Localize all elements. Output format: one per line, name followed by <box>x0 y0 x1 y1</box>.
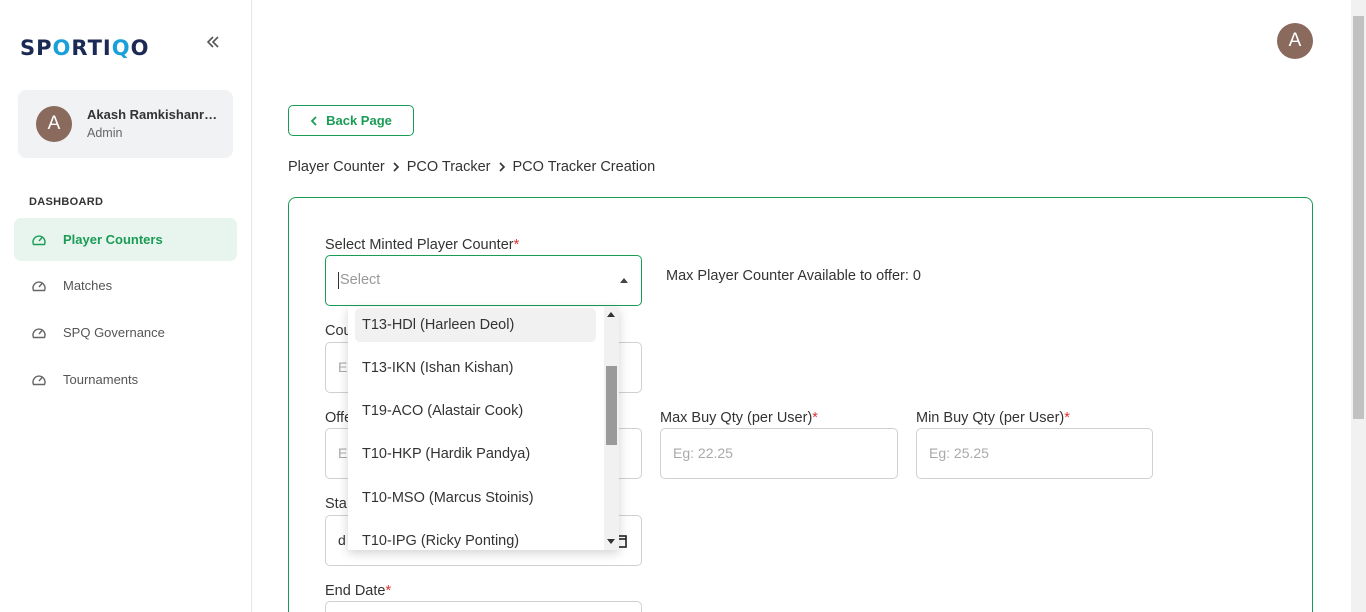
max-buy-label: Max Buy Qty (per User)* <box>660 410 818 426</box>
start-date-label: Sta <box>325 496 347 512</box>
chevron-left-icon <box>310 115 317 126</box>
sidebar-item-tournaments[interactable]: Tournaments <box>14 358 237 401</box>
sidebar-item-label: Tournaments <box>63 372 139 387</box>
max-available-text: Max Player Counter Available to offer: 0 <box>666 268 921 284</box>
dropdown-option[interactable]: T13-HDl (Harleen Deol) <box>355 308 596 342</box>
scroll-up-arrow-icon[interactable] <box>607 312 615 317</box>
gauge-icon <box>32 281 46 292</box>
page: SPORTIQO A Akash Ramkishanra... Admin DA… <box>0 0 1366 612</box>
sidebar-item-label: SPQ Governance <box>63 325 165 340</box>
chevron-right-icon <box>498 162 505 172</box>
dropdown-scrollbar[interactable] <box>604 307 619 550</box>
dropdown-option[interactable]: T10-MSO (Marcus Stoinis) <box>355 481 596 515</box>
sidebar-item-spq-governance[interactable]: SPQ Governance <box>14 311 237 354</box>
sidebar-item-matches[interactable]: Matches <box>14 264 237 307</box>
sportiqo-logo[interactable]: SPORTIQO <box>20 36 149 60</box>
avatar: A <box>36 106 72 142</box>
end-date-input[interactable] <box>325 601 642 612</box>
header-avatar[interactable]: A <box>1277 23 1313 59</box>
dropdown-option[interactable]: T10-IPG (Ricky Ponting) <box>355 524 596 550</box>
dropdown-scroll-thumb[interactable] <box>606 366 617 445</box>
player-counter-select[interactable]: Select <box>325 255 642 306</box>
breadcrumb: Player Counter PCO Tracker PCO Tracker C… <box>288 159 655 175</box>
scroll-down-arrow-icon[interactable] <box>607 539 615 544</box>
dropdown-option[interactable]: T10-HKP (Hardik Pandya) <box>355 437 596 471</box>
select-player-counter-label: Select Minted Player Counter* <box>325 237 520 253</box>
end-date-label: End Date* <box>325 583 392 599</box>
back-button[interactable]: Back Page <box>288 105 414 136</box>
gauge-icon <box>32 235 46 246</box>
caret-up-icon <box>620 278 628 283</box>
collapse-sidebar-icon[interactable] <box>205 34 225 54</box>
player-counter-dropdown[interactable]: T13-HDl (Harleen Deol) T13-IKN (Ishan Ki… <box>348 307 619 550</box>
select-placeholder: Select <box>338 272 381 289</box>
chevron-right-icon <box>393 162 399 172</box>
breadcrumb-item[interactable]: Player Counter <box>288 159 385 175</box>
gauge-icon <box>32 375 46 386</box>
gauge-icon <box>32 328 46 339</box>
breadcrumb-item[interactable]: PCO Tracker <box>407 159 491 175</box>
breadcrumb-item: PCO Tracker Creation <box>512 159 656 175</box>
sidebar-item-label: Player Counters <box>63 232 163 247</box>
page-scrollbar[interactable] <box>1351 0 1366 612</box>
min-buy-input[interactable]: Eg: 25.25 <box>916 428 1153 479</box>
back-button-label: Back Page <box>326 113 392 128</box>
max-buy-input[interactable]: Eg: 22.25 <box>660 428 898 479</box>
user-role: Admin <box>87 126 123 140</box>
user-name: Akash Ramkishanra... <box>87 107 222 122</box>
dropdown-option[interactable]: T19-ACO (Alastair Cook) <box>355 394 596 428</box>
min-buy-label: Min Buy Qty (per User)* <box>916 410 1070 426</box>
dropdown-option[interactable]: T13-IKN (Ishan Kishan) <box>355 351 596 385</box>
section-title-dashboard: DASHBOARD <box>29 196 104 208</box>
user-card[interactable]: A Akash Ramkishanra... Admin <box>18 90 233 158</box>
sidebar: SPORTIQO A Akash Ramkishanra... Admin DA… <box>0 0 252 612</box>
sidebar-item-player-counters[interactable]: Player Counters <box>14 218 237 261</box>
sidebar-item-label: Matches <box>63 278 113 293</box>
page-scroll-thumb[interactable] <box>1353 16 1364 419</box>
